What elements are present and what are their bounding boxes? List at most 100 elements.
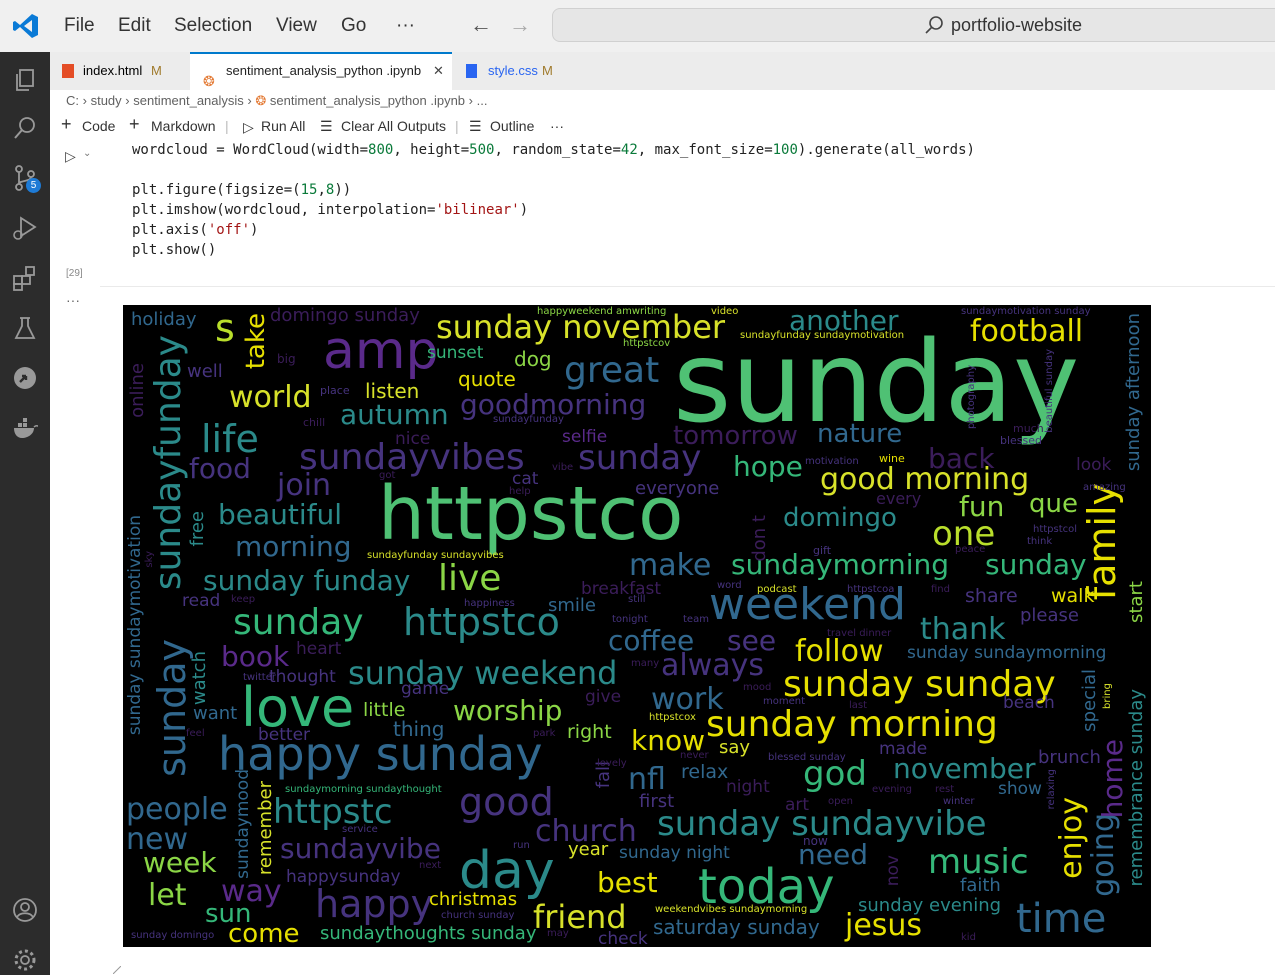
word: nice	[395, 429, 431, 449]
word: always	[661, 648, 765, 683]
word: night	[726, 777, 770, 797]
word: still	[628, 594, 646, 605]
word: kid	[961, 932, 976, 943]
toolbar-more-button[interactable]: ···	[550, 118, 564, 134]
menu-file[interactable]: File	[64, 0, 95, 52]
word: week	[143, 846, 217, 879]
breadcrumb-ellipsis[interactable]: ...	[477, 93, 488, 108]
cell-gutter: ▷ ⌄	[53, 140, 101, 287]
tab-style-css[interactable]: style.css M	[452, 52, 582, 90]
menu-view[interactable]: View	[276, 0, 317, 52]
word: rest	[935, 784, 955, 795]
run-cell-icon[interactable]: ▷	[65, 148, 76, 165]
word: remember	[255, 781, 276, 876]
word: take	[241, 313, 271, 370]
word: lovely	[597, 758, 627, 769]
cell-separator	[100, 286, 1275, 287]
clear-all-outputs-button[interactable]: Clear All Outputs	[341, 118, 446, 134]
testing-flask-icon[interactable]	[11, 314, 39, 342]
word: que	[1029, 489, 1078, 519]
word: hope	[733, 450, 803, 483]
word: don t	[749, 515, 770, 562]
word: sunday	[233, 602, 364, 643]
add-code-cell-button[interactable]: Code	[82, 118, 115, 134]
notebook-toolbar: + Code + Markdown | ▷ Run All ☰ Clear Al…	[50, 114, 1275, 140]
menu-selection[interactable]: Selection	[174, 0, 252, 52]
word: sundaythoughts sunday	[320, 923, 537, 944]
word: sundayfunday sundaymotivation	[740, 330, 905, 341]
word: heart	[296, 639, 342, 659]
breadcrumb-file[interactable]: sentiment_analysis_python .ipynb	[270, 93, 465, 108]
breadcrumb-drive[interactable]: C:	[66, 93, 79, 108]
word: watch	[189, 651, 210, 706]
word: find	[931, 584, 950, 595]
word: chill	[303, 416, 326, 429]
word: beautiful	[218, 498, 343, 531]
activity-bar: 5	[0, 52, 50, 975]
tab-index-html[interactable]: index.html M	[50, 52, 190, 90]
word: word	[717, 580, 742, 591]
toolbar-divider: |	[225, 118, 229, 134]
breadcrumb-study[interactable]: study	[91, 93, 122, 108]
command-center-search[interactable]: portfolio-website	[552, 8, 1275, 42]
account-icon[interactable]	[11, 896, 39, 924]
word: home	[1096, 739, 1129, 819]
word: check	[598, 929, 648, 948]
word: sunday	[150, 639, 194, 777]
word: worship	[453, 694, 563, 727]
search-sidebar-icon[interactable]	[11, 114, 39, 142]
tab-label: sentiment_analysis_python .ipynb	[226, 63, 422, 78]
menu-go[interactable]: Go	[341, 0, 366, 52]
word: run	[513, 840, 530, 851]
tab-sentiment-notebook[interactable]: ❂ sentiment_analysis_python .ipynb ✕	[190, 52, 452, 90]
word: mood	[743, 682, 772, 693]
plus-icon: +	[129, 114, 140, 134]
word: look	[1076, 455, 1112, 475]
chevron-down-icon[interactable]: ⌄	[83, 148, 91, 159]
word: sundaymood	[233, 769, 253, 879]
vscode-logo-icon	[13, 14, 38, 38]
word: make	[629, 548, 712, 583]
output-more-button[interactable]: ···	[66, 292, 80, 308]
execution-count: [29]	[66, 268, 83, 279]
code-editor[interactable]: wordcloud = WordCloud(width=800, height=…	[132, 140, 975, 260]
menu-more[interactable]: ···	[396, 0, 415, 52]
word: church sunday	[441, 910, 515, 921]
word: got	[379, 470, 396, 481]
clear-outputs-icon: ☰	[320, 118, 333, 134]
word: bring	[1102, 683, 1113, 709]
explorer-icon[interactable]	[11, 66, 39, 94]
back-arrow-icon[interactable]: ←	[470, 12, 492, 38]
word: tonight	[612, 614, 648, 625]
tab-label: index.html	[83, 63, 143, 78]
remote-explorer-icon[interactable]	[11, 364, 39, 392]
extensions-icon[interactable]	[11, 264, 39, 292]
word: relax	[681, 761, 729, 783]
word: special	[1079, 669, 1100, 732]
word: happy	[315, 882, 434, 926]
resize-handle-icon[interactable]	[113, 966, 121, 974]
chevron-right-icon: ›	[468, 93, 477, 108]
docker-icon[interactable]	[11, 414, 39, 442]
close-icon[interactable]: ✕	[433, 54, 444, 88]
word: httpstcoa	[847, 584, 895, 595]
scm-badge: 5	[26, 178, 41, 193]
run-all-button[interactable]: Run All	[261, 118, 305, 134]
word: dog	[514, 347, 552, 371]
menu-edit[interactable]: Edit	[118, 0, 151, 52]
add-markdown-cell-button[interactable]: Markdown	[151, 118, 216, 134]
word: great	[564, 350, 660, 391]
word: peace	[955, 544, 986, 555]
word: podcast	[757, 584, 797, 595]
outline-button[interactable]: Outline	[490, 118, 534, 134]
breadcrumb-sentiment-analysis[interactable]: sentiment_analysis	[133, 93, 244, 108]
forward-arrow-icon[interactable]: →	[509, 12, 531, 38]
word: smile	[548, 595, 596, 616]
word: httpstcol	[1033, 524, 1078, 535]
word: winter	[943, 796, 975, 807]
word: httpstcox	[649, 712, 696, 723]
run-debug-icon[interactable]	[11, 214, 39, 242]
settings-gear-icon[interactable]	[11, 946, 39, 974]
wordcloud-image: sunday httpstco amp sunday november anot…	[123, 305, 1151, 947]
word: autumn	[340, 398, 449, 431]
